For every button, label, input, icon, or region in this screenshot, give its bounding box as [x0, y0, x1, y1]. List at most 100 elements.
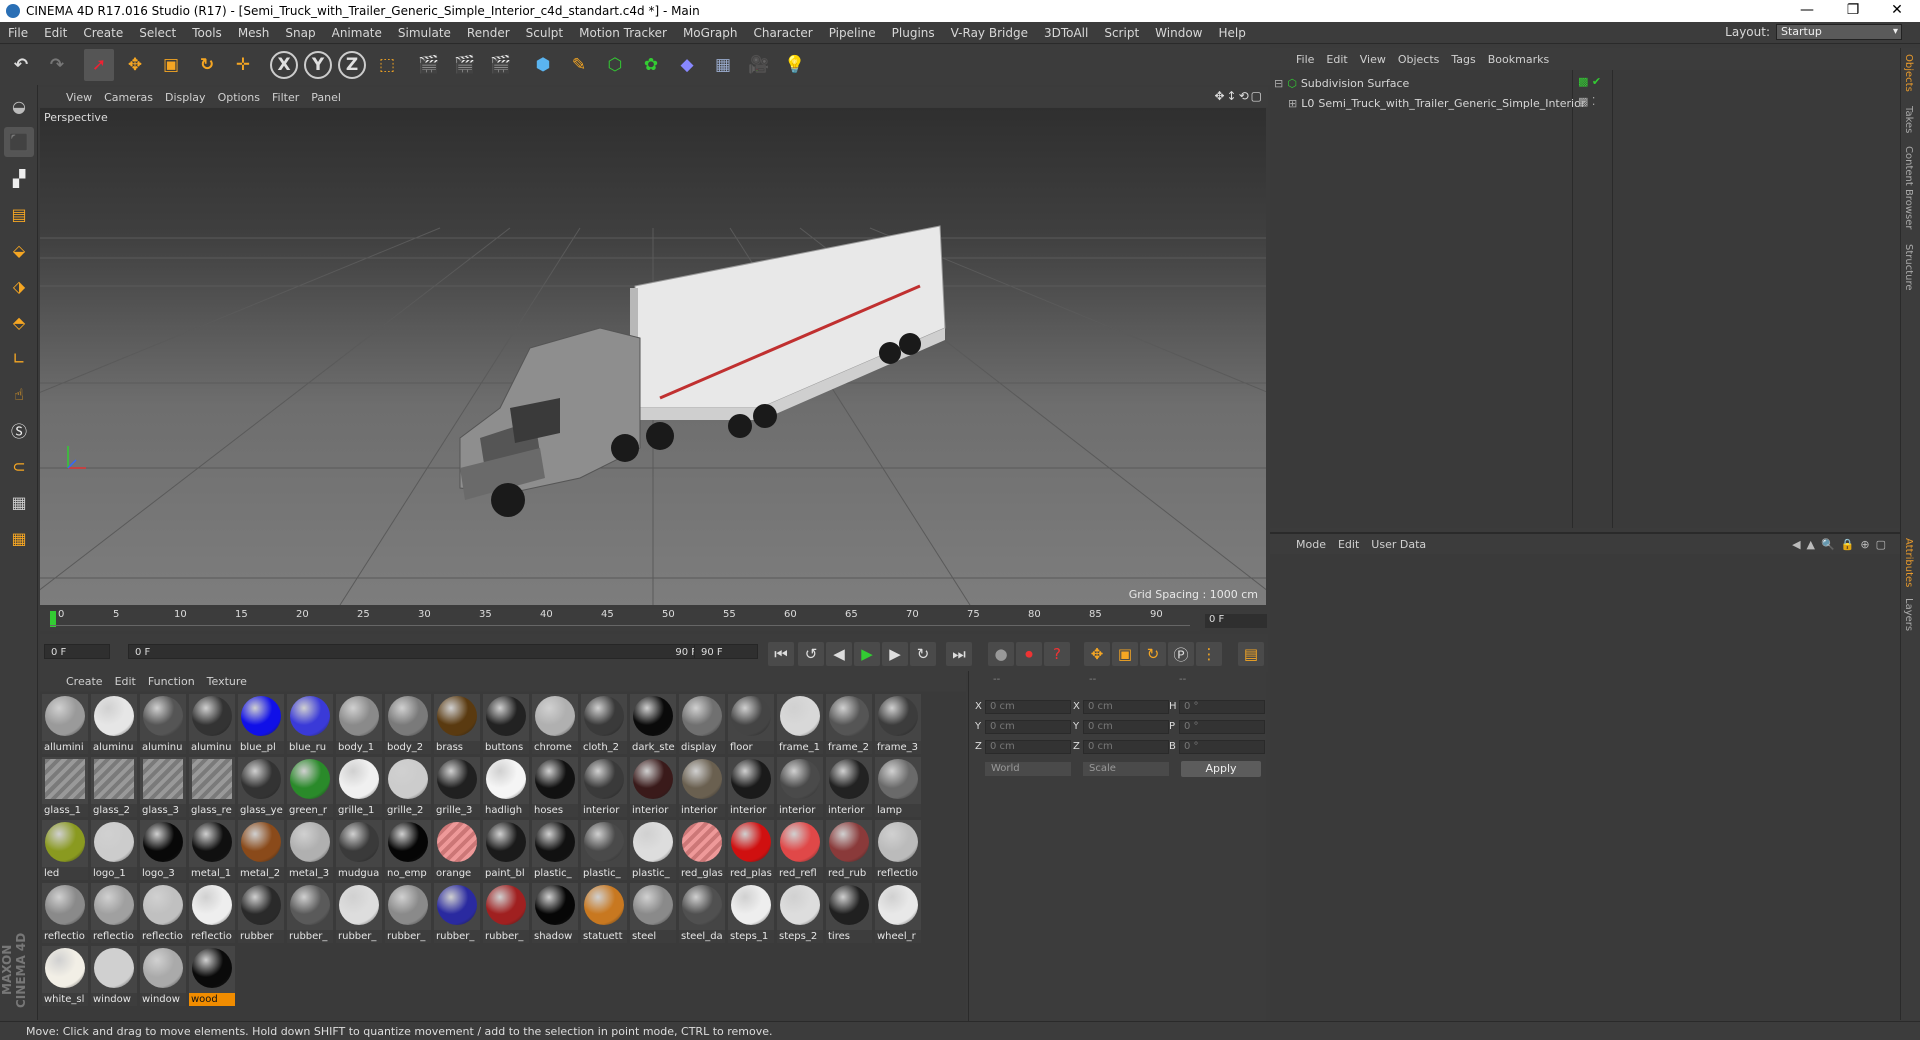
material-swatch[interactable]: frame_2 — [826, 694, 872, 754]
material-swatch[interactable]: shadow — [532, 883, 578, 943]
viewport-menu-view[interactable]: View — [66, 91, 104, 104]
material-swatch[interactable]: red_rub — [826, 820, 872, 880]
attr-menu-edit[interactable]: Edit — [1338, 538, 1371, 551]
material-swatch[interactable]: hadligh — [483, 757, 529, 817]
keyframe-selection-icon[interactable]: ? — [1044, 642, 1070, 666]
material-swatch[interactable]: logo_1 — [91, 820, 137, 880]
menu-motion-tracker[interactable]: Motion Tracker — [571, 26, 675, 40]
material-swatch[interactable]: allumini — [42, 694, 88, 754]
snapping-icon[interactable]: ⊂ — [4, 451, 34, 481]
material-swatch[interactable]: logo_3 — [140, 820, 186, 880]
material-swatch[interactable]: lamp — [875, 757, 921, 817]
position-x-field[interactable]: 0 cm — [985, 700, 1071, 714]
solo-icon[interactable]: Ⓢ — [4, 415, 34, 445]
material-swatch[interactable]: hoses — [532, 757, 578, 817]
maximize-button[interactable]: ❐ — [1830, 0, 1876, 22]
material-swatch[interactable]: frame_3 — [875, 694, 921, 754]
material-swatch[interactable]: red_plas — [728, 820, 774, 880]
material-swatch[interactable]: aluminu — [91, 694, 137, 754]
material-swatch[interactable]: rubber_ — [385, 883, 431, 943]
workplane-mode-icon[interactable]: ▤ — [4, 199, 34, 229]
material-swatch[interactable]: reflectio — [875, 820, 921, 880]
menu-sculpt[interactable]: Sculpt — [518, 26, 571, 40]
menu-window[interactable]: Window — [1147, 26, 1210, 40]
rotation-b-field[interactable]: 0 ° — [1179, 740, 1265, 754]
key-pla-icon[interactable]: ⋮ — [1196, 642, 1222, 666]
material-swatch[interactable]: rubber_ — [483, 883, 529, 943]
material-swatch[interactable]: paint_bl — [483, 820, 529, 880]
material-swatch[interactable]: plastic_ — [532, 820, 578, 880]
material-swatch[interactable]: frame_1 — [777, 694, 823, 754]
live-selection-icon[interactable]: ✛ — [228, 49, 258, 81]
viewport-menu-panel[interactable]: Panel — [311, 91, 353, 104]
polygons-mode-icon[interactable]: ⬘ — [4, 307, 34, 337]
expand-icon[interactable]: ⊞ — [1288, 97, 1297, 110]
material-swatch[interactable]: glass_3 — [140, 757, 186, 817]
material-swatch[interactable]: chrome — [532, 694, 578, 754]
material-swatch[interactable]: wheel_r — [875, 883, 921, 943]
object-row[interactable]: ⊞ L0 Semi_Truck_with_Trailer_Generic_Sim… — [1288, 95, 1585, 111]
attribute-nav-icons[interactable]: ◀▲🔍🔒⊕▢ — [1792, 538, 1892, 551]
material-swatch[interactable]: steps_1 — [728, 883, 774, 943]
object-menu-view[interactable]: View — [1360, 53, 1398, 66]
material-swatch[interactable]: orange — [434, 820, 480, 880]
viewport-menu-display[interactable]: Display — [165, 91, 218, 104]
menu-edit[interactable]: Edit — [36, 26, 75, 40]
material-swatch[interactable]: white_sl — [42, 946, 88, 1006]
size-y-field[interactable]: 0 cm — [1083, 720, 1169, 734]
cube-object-icon[interactable]: ⬢ — [528, 49, 558, 81]
pen-spline-icon[interactable]: ✎ — [564, 49, 594, 81]
material-swatch[interactable]: metal_1 — [189, 820, 235, 880]
visibility-dots-icon[interactable]: ▩ ⁚ — [1578, 95, 1595, 108]
menu-mesh[interactable]: Mesh — [230, 26, 278, 40]
move-tool-icon[interactable]: ✥ — [120, 49, 150, 81]
menu-render[interactable]: Render — [459, 26, 518, 40]
x-axis-lock-button[interactable]: X — [270, 51, 298, 79]
material-swatch[interactable]: reflectio — [140, 883, 186, 943]
floor-environment-icon[interactable]: ▦ — [708, 49, 738, 81]
material-swatch[interactable]: grille_3 — [434, 757, 480, 817]
material-swatch[interactable]: window — [91, 946, 137, 1006]
edges-mode-icon[interactable]: ⬗ — [4, 271, 34, 301]
material-swatch[interactable]: grille_2 — [385, 757, 431, 817]
rotation-p-field[interactable]: 0 ° — [1179, 720, 1265, 734]
y-axis-lock-button[interactable]: Y — [304, 51, 332, 79]
menu-3dtoall[interactable]: 3DToAll — [1036, 26, 1096, 40]
menu-tools[interactable]: Tools — [184, 26, 230, 40]
light-icon[interactable]: 💡 — [780, 49, 810, 81]
material-swatch[interactable]: rubber — [238, 883, 284, 943]
tab-takes[interactable]: Takes — [1903, 106, 1914, 133]
next-frame-icon[interactable]: ▶ — [882, 642, 908, 666]
menu-script[interactable]: Script — [1096, 26, 1147, 40]
material-swatch[interactable]: window — [140, 946, 186, 1006]
rotation-h-field[interactable]: 0 ° — [1179, 700, 1265, 714]
material-menu-texture[interactable]: Texture — [207, 675, 259, 688]
material-swatch[interactable]: rubber_ — [287, 883, 333, 943]
tab-attributes[interactable]: Attributes — [1903, 538, 1914, 587]
render-picture-viewer-icon[interactable]: 🎬 — [450, 49, 480, 81]
timeline-window-icon[interactable]: ▤ — [1238, 642, 1264, 666]
rotate-tool-icon[interactable]: ↻ — [192, 49, 222, 81]
mograph-cloner-icon[interactable]: ✿ — [636, 49, 666, 81]
make-editable-icon[interactable]: ◒ — [4, 91, 34, 121]
material-swatch[interactable]: dark_ste — [630, 694, 676, 754]
material-swatch[interactable]: blue_pl — [238, 694, 284, 754]
material-swatch[interactable]: wood — [189, 946, 235, 1006]
play-forward-icon[interactable]: ▶ — [854, 642, 880, 666]
transform-mode-dropdown[interactable]: Scale — [1083, 762, 1169, 776]
close-button[interactable]: ✕ — [1874, 0, 1920, 22]
object-menu-bookmarks[interactable]: Bookmarks — [1488, 53, 1561, 66]
object-menu-file[interactable]: File — [1296, 53, 1326, 66]
material-swatch[interactable]: interior — [826, 757, 872, 817]
tweak-mode-icon[interactable]: ☝ — [4, 379, 34, 409]
z-axis-lock-button[interactable]: Z — [338, 51, 366, 79]
attr-menu-mode[interactable]: Mode — [1296, 538, 1338, 551]
material-swatch[interactable]: interior — [581, 757, 627, 817]
material-swatch[interactable]: aluminu — [140, 694, 186, 754]
material-swatch[interactable]: glass_ye — [238, 757, 284, 817]
autokeying-icon[interactable]: ⏺ — [1016, 642, 1042, 666]
apply-button[interactable]: Apply — [1181, 761, 1261, 777]
coordinate-system-icon[interactable]: ⬚ — [372, 49, 402, 81]
material-swatch[interactable]: steel — [630, 883, 676, 943]
size-x-field[interactable]: 0 cm — [1083, 700, 1169, 714]
